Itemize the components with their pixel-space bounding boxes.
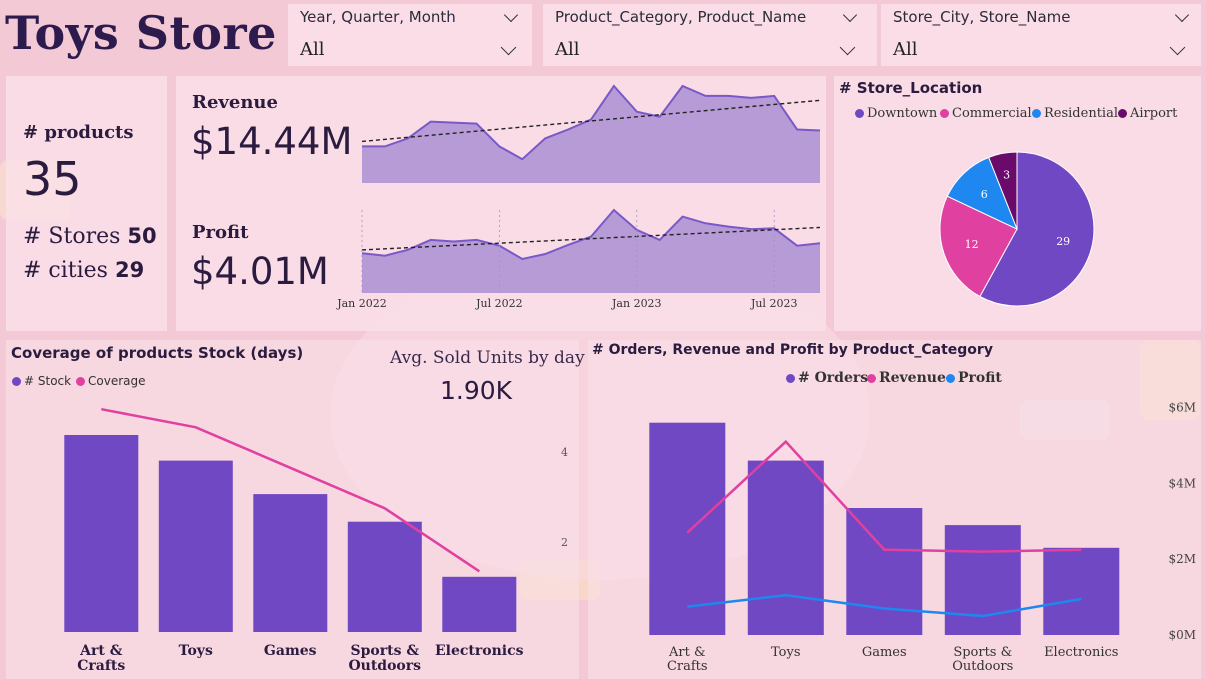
x-tick-label: Outdoors <box>348 658 421 674</box>
stock-bar <box>347 521 422 632</box>
x-tick-label: Electronics <box>435 643 524 659</box>
y-axis-tick-label: 2 <box>561 536 568 549</box>
stores-kpi: # Stores 50 <box>23 224 157 249</box>
x-tick-label: Jan 2023 <box>611 297 662 310</box>
slicer-product[interactable]: Product_Category, Product_Name All <box>543 4 877 66</box>
pie-data-label: 29 <box>1056 235 1070 248</box>
slicer-label: Store_City, Store_Name <box>893 8 1071 26</box>
chevron-down-icon[interactable] <box>500 39 517 56</box>
x-tick-label: Sports & <box>953 645 1012 660</box>
pie-data-label: 12 <box>965 238 979 251</box>
chevron-down-icon[interactable] <box>839 39 856 56</box>
slicer-value[interactable]: All <box>893 39 918 60</box>
x-tick-label: Crafts <box>77 658 125 674</box>
orders-bar <box>1043 547 1120 635</box>
revenue-profit-card: Revenue $14.44M Profit $4.01M Jan 2022 Ju… <box>176 76 826 331</box>
stock-bar <box>158 460 233 632</box>
profit-area <box>362 210 820 293</box>
orders-bar <box>846 508 923 635</box>
y-axis-tick-label: $6M <box>1168 401 1196 415</box>
orders-bar <box>944 525 1021 635</box>
x-tick-label: Toys <box>179 643 213 659</box>
cities-kpi: # cities 29 <box>23 258 144 283</box>
x-tick-label: Sports & <box>351 643 420 659</box>
slicer-value[interactable]: All <box>555 39 580 60</box>
kpi-card: # products 35 # Stores 50 # cities 29 <box>6 76 167 331</box>
coverage-card: Coverage of products Stock (days) # Stoc… <box>6 340 585 679</box>
stock-bar <box>442 576 517 632</box>
revenue-area <box>362 86 820 183</box>
products-label: # products <box>23 122 134 143</box>
slicer-label: Year, Quarter, Month <box>300 8 456 26</box>
cities-label: # cities <box>23 258 108 283</box>
coverage-chart: Art &Crafts Toys Games Sports &Outdoors Elec… <box>64 407 568 674</box>
x-tick-label: Outdoors <box>952 659 1013 674</box>
x-tick-label: Toys <box>771 645 801 660</box>
chevron-down-icon[interactable] <box>842 7 858 23</box>
store-location-pie: 29 12 6 3 <box>939 151 1095 307</box>
cities-value: 29 <box>114 258 145 282</box>
x-tick-label: Jul 2023 <box>750 297 798 310</box>
store-location-card: # Store_Location Downtown Commercial Res… <box>834 76 1201 331</box>
orders-chart: Art &Crafts Toys Games Sports &Outdoors Elec… <box>649 401 1196 674</box>
x-tick-label: Jul 2022 <box>475 297 523 310</box>
x-tick-label: Jan 2022 <box>336 297 387 310</box>
chevron-down-icon[interactable] <box>1174 7 1190 23</box>
chevron-down-icon[interactable] <box>503 7 519 23</box>
y-axis-tick-label: 4 <box>561 446 568 459</box>
y-axis-tick-label: $4M <box>1168 476 1196 490</box>
orders-bar <box>747 460 824 635</box>
x-tick-label: Art & <box>668 645 706 660</box>
x-tick-label: Games <box>264 643 317 659</box>
pie-data-label: 3 <box>1003 169 1010 182</box>
stock-bar <box>64 435 139 632</box>
x-tick-label: Crafts <box>667 659 708 674</box>
slicer-date[interactable]: Year, Quarter, Month All <box>288 4 532 66</box>
stores-label: # Stores <box>23 224 121 249</box>
slicer-store[interactable]: Store_City, Store_Name All <box>881 4 1201 66</box>
stores-value: 50 <box>127 224 157 248</box>
orders-card: # Orders, Revenue and Profit by Product_… <box>588 340 1201 679</box>
chevron-down-icon[interactable] <box>1169 39 1186 56</box>
slicer-label: Product_Category, Product_Name <box>555 8 807 26</box>
x-tick-label: Electronics <box>1044 645 1118 660</box>
y-axis-tick-label: $2M <box>1168 552 1196 566</box>
page-title: Toys Store <box>5 6 277 60</box>
y-axis-tick-label: $0M <box>1168 628 1196 642</box>
stock-bar <box>253 494 328 632</box>
slicer-value[interactable]: All <box>300 39 325 60</box>
x-tick-label: Art & <box>79 643 123 659</box>
pie-data-label: 6 <box>981 188 988 201</box>
products-value: 35 <box>23 152 82 206</box>
revenue-profit-sparklines: Jan 2022 Jul 2022 Jan 2023 Jul 2023 <box>336 84 821 310</box>
x-tick-label: Games <box>862 645 907 660</box>
